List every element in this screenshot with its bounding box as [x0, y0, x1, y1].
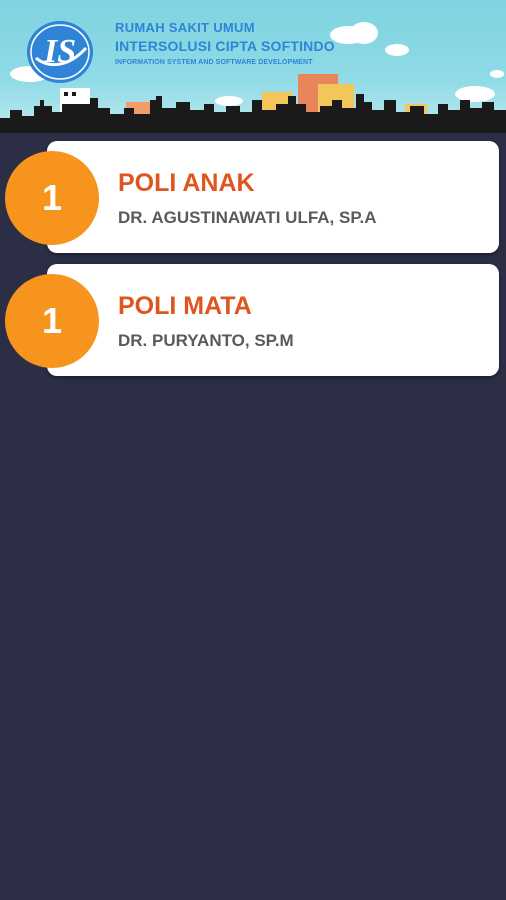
queue-number-badge: 1 [5, 274, 99, 368]
queue-card-poli-anak[interactable]: POLI ANAK DR. AGUSTINAWATI ULFA, SP.A [47, 141, 499, 253]
hospital-name-label: INTERSOLUSI CIPTA SOFTINDO [115, 38, 335, 54]
poli-name: POLI ANAK [118, 169, 255, 197]
hospital-tagline: INFORMATION SYSTEM AND SOFTWARE DEVELOPM… [115, 59, 313, 66]
hospital-type-label: RUMAH SAKIT UMUM [115, 20, 255, 35]
svg-text:IS: IS [43, 33, 76, 70]
city-skyline-illustration [0, 74, 506, 133]
doctor-name: DR. AGUSTINAWATI ULFA, SP.A [118, 208, 377, 227]
app-header: IS RUMAH SAKIT UMUM INTERSOLUSI CIPTA SO… [0, 0, 506, 133]
queue-card-poli-mata[interactable]: POLI MATA DR. PURYANTO, SP.M [47, 264, 499, 376]
poli-name: POLI MATA [118, 292, 252, 320]
cloud-decoration [350, 22, 378, 44]
queue-number-badge: 1 [5, 151, 99, 245]
cloud-decoration [385, 44, 409, 56]
doctor-name: DR. PURYANTO, SP.M [118, 331, 294, 350]
